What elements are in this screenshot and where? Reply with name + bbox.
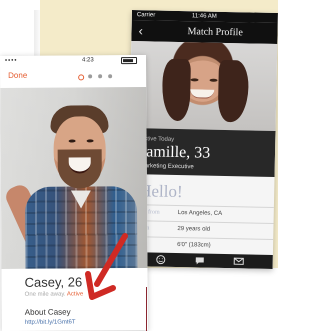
distance-status: One mile away. Active	[25, 291, 84, 297]
red-annotation-arrow-icon	[85, 233, 128, 300]
page-dot[interactable]	[98, 74, 103, 79]
page-dot-active[interactable]	[78, 74, 85, 81]
battery-icon	[121, 57, 138, 65]
about-heading: About Casey	[24, 307, 71, 317]
profile-photo	[129, 40, 278, 132]
detail-value: 6'0" (183cm)	[177, 241, 211, 249]
red-divider-line	[146, 287, 147, 331]
mail-icon[interactable]	[233, 256, 245, 266]
status-time: 4:23	[82, 57, 94, 64]
page-dot[interactable]	[108, 74, 113, 79]
casey-left-eye	[68, 139, 76, 143]
chat-icon[interactable]	[194, 255, 206, 265]
detail-value: Los Angeles, CA	[177, 210, 223, 217]
match-profile-header: ‹ Match Profile	[131, 19, 278, 45]
distance-text: One mile away.	[24, 291, 67, 298]
profile-photo-right-eye	[209, 78, 218, 82]
back-chevron-icon[interactable]: ‹	[138, 23, 143, 38]
carrier-label: Carrier	[136, 12, 156, 19]
profile-photo-left-eye	[190, 78, 199, 82]
profile-name-age: Jamille, 33	[139, 143, 211, 162]
match-profile-phone: Carrier 11:46 AM ‹ Match Profile Active …	[126, 10, 278, 270]
done-button[interactable]: Done	[8, 71, 27, 80]
profile-summary: Active Today Jamille, 33 Marketing Execu…	[128, 127, 276, 178]
page-dot[interactable]	[88, 74, 93, 79]
status-time: 11:46 AM	[191, 13, 217, 20]
signal-icon: ••••	[5, 57, 18, 64]
profile-name-age: Casey, 26	[24, 274, 83, 290]
active-status: Active	[66, 291, 84, 298]
profile-photo-hair-left	[161, 58, 191, 122]
page-title: Match Profile	[187, 26, 243, 39]
profile-nav: Done	[0, 64, 147, 88]
occupation-label: Marketing Executive	[139, 163, 194, 171]
match-profile-comparison: Carrier 11:46 AM ‹ Match Profile Active …	[0, 0, 278, 331]
about-link[interactable]: http://bit.ly/1Gmt6T	[25, 319, 76, 325]
smile-icon[interactable]	[155, 255, 167, 265]
photo-page-indicator	[78, 74, 118, 81]
profile-photo-hair-right	[217, 59, 249, 123]
detail-value: 29 years old	[177, 225, 211, 233]
